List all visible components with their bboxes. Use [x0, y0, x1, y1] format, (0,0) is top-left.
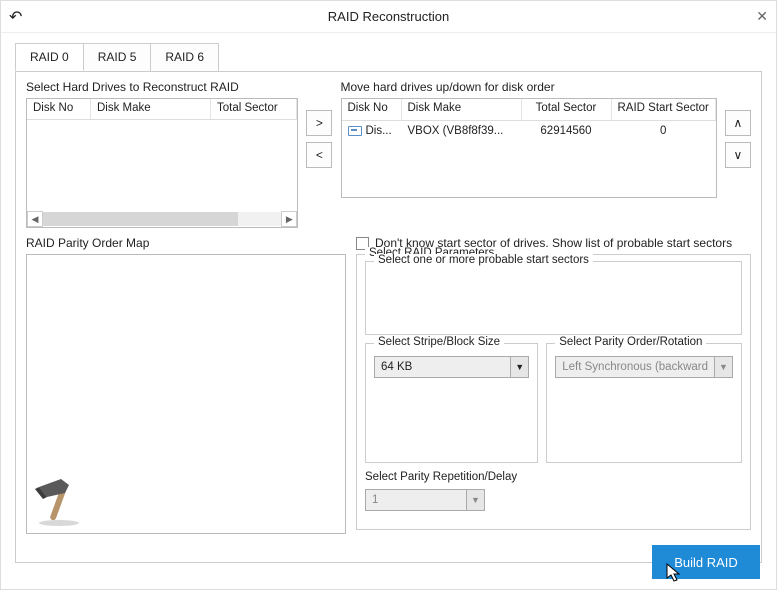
row-start: 0 — [612, 123, 716, 139]
scroll-right-icon[interactable]: ▶ — [281, 211, 297, 227]
move-right-button[interactable]: > — [306, 110, 332, 136]
parity-order-value: Left Synchronous (backward — [556, 361, 714, 373]
parity-map-box — [26, 254, 346, 534]
col-startsector[interactable]: RAID Start Sector — [612, 99, 716, 120]
stripe-label: Select Stripe/Block Size — [374, 336, 504, 348]
parity-order-combo: Left Synchronous (backward ▼ — [555, 356, 733, 378]
col-diskmake[interactable]: Disk Make — [91, 99, 211, 119]
dropdown-arrow-icon: ▼ — [510, 357, 528, 377]
source-drives-body — [27, 120, 297, 211]
col-diskno2[interactable]: Disk No — [342, 99, 402, 120]
parity-order-label: Select Parity Order/Rotation — [555, 336, 706, 348]
dropdown-arrow-icon: ▼ — [714, 357, 732, 377]
stripe-combo[interactable]: 64 KB ▼ — [374, 356, 529, 378]
stripe-value: 64 KB — [375, 361, 510, 373]
rep-combo: 1 ▼ — [365, 489, 485, 511]
row-total: 62914560 — [522, 123, 612, 139]
move-drives-label: Move hard drives up/down for disk order — [341, 80, 717, 94]
chevron-down-icon: ∨ — [733, 148, 742, 162]
tabbar: RAID 0 RAID 5 RAID 6 — [1, 33, 776, 71]
table-row[interactable]: Dis... VBOX (VB8f8f39... 62914560 0 — [342, 121, 716, 141]
rep-label: Select Parity Repetition/Delay — [365, 471, 742, 483]
tab-raid6[interactable]: RAID 6 — [150, 43, 219, 71]
chevron-right-icon: > — [316, 116, 323, 130]
target-drives-list[interactable]: Disk No Disk Make Total Sector RAID Star… — [341, 98, 717, 198]
hammer-icon — [33, 473, 87, 527]
move-left-button[interactable]: < — [306, 142, 332, 168]
tab-raid0[interactable]: RAID 0 — [15, 43, 84, 71]
chevron-up-icon: ∧ — [733, 116, 742, 130]
col-diskno[interactable]: Disk No — [27, 99, 91, 119]
row-diskno: Dis... — [366, 125, 392, 137]
scroll-thumb[interactable] — [43, 212, 238, 226]
parity-map-label: RAID Parity Order Map — [26, 236, 346, 250]
start-sectors-label: Select one or more probable start sector… — [374, 254, 593, 266]
tab-raid5[interactable]: RAID 5 — [83, 43, 152, 71]
disk-icon — [348, 126, 362, 136]
build-raid-button[interactable]: Build RAID — [652, 545, 760, 579]
back-button[interactable]: ↶ — [9, 7, 29, 27]
col-diskmake2[interactable]: Disk Make — [402, 99, 522, 120]
col-totalsector[interactable]: Total Sector — [211, 99, 297, 119]
select-drives-label: Select Hard Drives to Reconstruct RAID — [26, 80, 298, 94]
move-up-button[interactable]: ∧ — [725, 110, 751, 136]
col-totalsector2[interactable]: Total Sector — [522, 99, 612, 120]
rep-value: 1 — [366, 494, 466, 506]
source-drives-list[interactable]: Disk No Disk Make Total Sector ◀ ▶ — [26, 98, 298, 228]
dialog-title: RAID Reconstruction — [29, 9, 748, 24]
row-make: VBOX (VB8f8f39... — [402, 123, 522, 139]
move-down-button[interactable]: ∨ — [725, 142, 751, 168]
source-hscroll[interactable]: ◀ ▶ — [27, 211, 297, 227]
chevron-left-icon: < — [316, 148, 323, 162]
close-button[interactable]: ✕ — [748, 8, 768, 25]
dropdown-arrow-icon: ▼ — [466, 490, 484, 510]
scroll-left-icon[interactable]: ◀ — [27, 211, 43, 227]
